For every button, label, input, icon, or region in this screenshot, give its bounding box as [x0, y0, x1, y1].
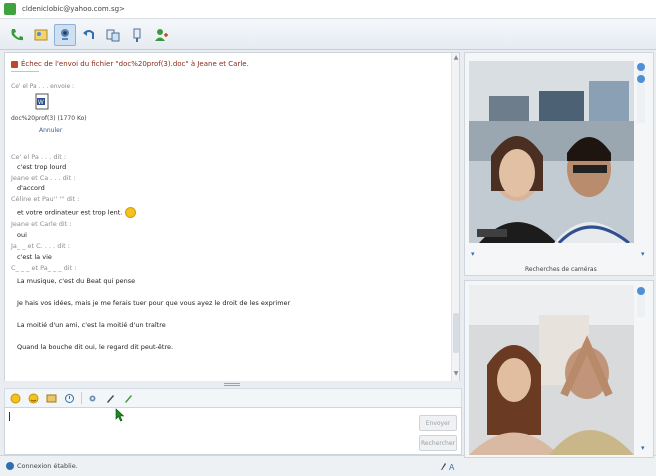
share-files-button[interactable] [102, 24, 124, 46]
remote-video-panel: ▾ Recherches de caméras ▾ [464, 52, 654, 276]
message-text: c'est trop lourd [17, 163, 67, 171]
messenger-logo-icon [4, 3, 16, 15]
pen-icon [106, 394, 114, 403]
window-title: cldeniclobic@yahoo.com.sg> [22, 5, 125, 13]
message-with-emoticon: et votre ordinateur est trop lent. [17, 207, 137, 218]
phone-icon [11, 29, 23, 41]
handwriting-button[interactable] [103, 392, 117, 404]
message-sender: Ja_ _ et C. . . . dit : [11, 242, 70, 250]
history-scrollbar[interactable]: ▲ ▼ [451, 53, 459, 381]
video-option-icon[interactable] [637, 63, 645, 71]
status-text: Connexion établie. [17, 462, 78, 470]
svg-text:W: W [38, 100, 44, 106]
message-text: Quand la bouche dit oui, le regard dit p… [17, 343, 174, 351]
message-text: c'est la vie [17, 253, 52, 261]
window-titlebar: cldeniclobic@yahoo.com.sg> [0, 0, 656, 19]
file-sender-line: Ce' el Pa . . . envoie : [11, 83, 75, 90]
compose-toolbar [4, 388, 462, 408]
remote-video-image [469, 61, 634, 243]
smiley-emoticon-icon [125, 207, 137, 218]
word-document-icon[interactable]: W [35, 93, 49, 110]
search-button[interactable]: Rechercher [419, 435, 457, 451]
message-text: La moitié d'un ami, c'est la moitié d'un… [17, 321, 166, 329]
video-option-icon[interactable] [637, 287, 645, 295]
warning-icon [11, 60, 18, 68]
share-files-icon [106, 29, 120, 42]
panel-arrow-icon[interactable]: ▾ [641, 251, 648, 258]
connection-icon [6, 462, 14, 470]
conversation-toolbar [0, 19, 656, 50]
color-button[interactable] [121, 392, 135, 404]
message-text: La musique, c'est du Beat qui pense [17, 277, 136, 285]
message-text: et votre ordinateur est trop lent. [17, 208, 123, 217]
emoticon-button[interactable] [8, 392, 22, 404]
font-button[interactable] [85, 392, 99, 404]
cancel-transfer-link[interactable]: Annuler [39, 127, 62, 134]
pane-splitter[interactable] [4, 381, 460, 387]
send-file-button[interactable] [126, 24, 148, 46]
scroll-down-arrow-icon[interactable]: ▼ [453, 371, 459, 377]
pen-tools-icon[interactable]: A [440, 461, 456, 471]
message-sender: Céline et Pau'' ''' dit : [11, 195, 80, 203]
file-name: doc%20prof(3) (1770 Ko) [11, 115, 87, 122]
gear-icon [89, 395, 95, 401]
wink-icon [28, 393, 38, 403]
wink-button[interactable] [26, 392, 40, 404]
local-video-image [469, 285, 634, 455]
message-text: d'accord [17, 184, 45, 192]
contact-card-button[interactable] [30, 24, 52, 46]
mouse-pointer-icon [115, 408, 125, 422]
video-side-controls [637, 63, 645, 123]
video-side-controls [637, 287, 645, 317]
local-video-panel: ▾ [464, 280, 654, 458]
undo-icon [83, 30, 94, 39]
scroll-up-arrow-icon[interactable]: ▲ [453, 55, 459, 61]
pin-icon[interactable]: ▾ [471, 251, 478, 258]
divider [11, 71, 39, 72]
message-sender: Jeane et Carle dit : [11, 220, 72, 228]
file-transfer-error-notice: Échec de l'envoi du fichier "doc%20prof(… [11, 60, 249, 68]
remote-webcam-view[interactable] [469, 61, 634, 243]
toolbar-separator [81, 392, 82, 404]
message-input[interactable]: Envoyer Rechercher [4, 407, 462, 455]
message-sender: Ce' el Pa . . . dit : [11, 153, 67, 161]
message-sender: Jeane et Ca . . . dit : [11, 174, 76, 182]
image-icon [46, 394, 56, 402]
smiley-icon [10, 393, 20, 403]
conversation-history[interactable]: Échec de l'envoi du fichier "doc%20prof(… [4, 52, 460, 382]
splitter-grip[interactable] [224, 383, 240, 386]
send-button[interactable]: Envoyer [419, 415, 457, 431]
message-sender: C_ _ _ et Pa_ _ _ dit : [11, 264, 77, 272]
status-bar: Connexion établie. A [0, 455, 656, 476]
undo-button[interactable] [78, 24, 100, 46]
webcam-icon [61, 29, 69, 40]
local-webcam-view[interactable] [469, 285, 634, 455]
background-button[interactable] [44, 392, 58, 404]
video-option-icon[interactable] [637, 75, 645, 83]
message-text: oui [17, 231, 27, 239]
text-caret [9, 412, 10, 421]
nudge-icon [64, 393, 74, 403]
message-text: Je hais vos idées, mais je me ferais tue… [17, 299, 291, 307]
paint-icon [124, 394, 132, 403]
notice-text: Échec de l'envoi du fichier "doc%20prof(… [21, 60, 249, 68]
add-contact-button[interactable] [150, 24, 172, 46]
add-contact-icon [155, 29, 168, 41]
webcam-button[interactable] [54, 24, 76, 46]
contact-card-icon [34, 29, 48, 41]
panel-arrow-icon[interactable]: ▾ [641, 445, 648, 452]
phone-button[interactable] [6, 24, 28, 46]
send-file-icon [133, 28, 141, 42]
nudge-button[interactable] [62, 392, 76, 404]
svg-text:A: A [449, 463, 455, 471]
remote-camera-label: Recherches de caméras [525, 266, 597, 273]
scroll-thumb[interactable] [453, 313, 459, 353]
